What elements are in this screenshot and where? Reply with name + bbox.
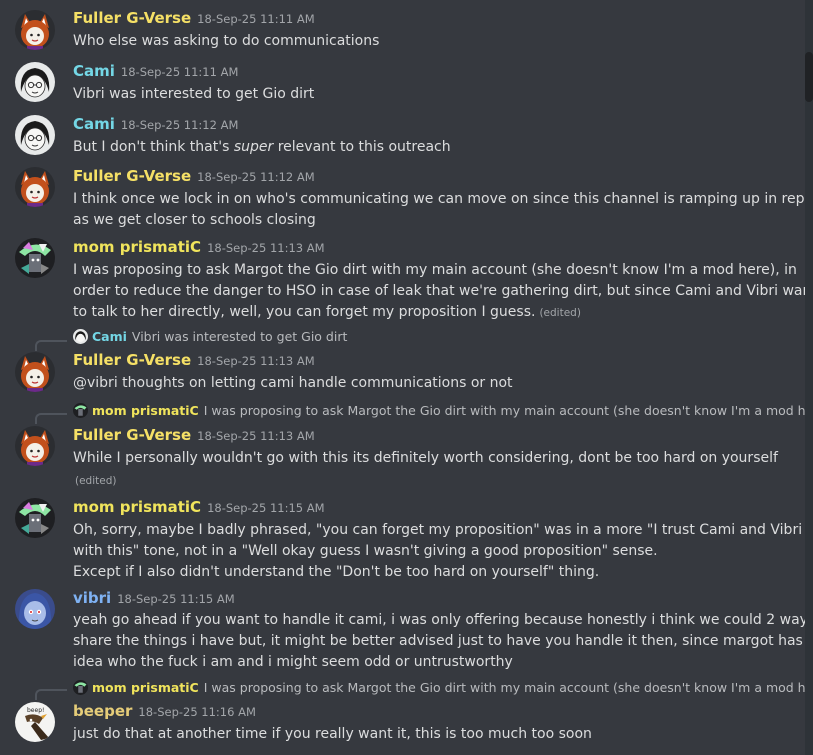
message-text: While I personally wouldn't go with this… — [73, 450, 778, 466]
reply-preview[interactable]: mom prismatiC I was proposing to ask Marg… — [73, 402, 808, 420]
message-header: mom prismatiC 18-Sep-25 11:15 AM — [73, 497, 325, 517]
text-segment: relevant to this outreach — [273, 139, 451, 155]
reply-avatar — [73, 680, 88, 695]
reply-avatar — [73, 403, 88, 418]
username[interactable]: Fuller G-Verse — [73, 167, 191, 185]
avatar[interactable] — [15, 352, 55, 392]
message-text: order to reduce the danger to HSO in cas… — [73, 283, 813, 299]
edited-label: (edited) — [75, 475, 117, 487]
username[interactable]: Fuller G-Verse — [73, 9, 191, 27]
username[interactable]: mom prismatiC — [73, 238, 201, 256]
timestamp: 18-Sep-25 11:13 AM — [207, 241, 325, 255]
timestamp: 18-Sep-25 11:16 AM — [138, 705, 256, 719]
avatar[interactable] — [15, 426, 55, 466]
timestamp: 18-Sep-25 11:11 AM — [120, 65, 239, 79]
timestamp: 18-Sep-25 11:12 AM — [120, 118, 239, 132]
reply-author[interactable]: mom prismatiC — [92, 680, 199, 695]
message-text: (edited) — [71, 469, 116, 491]
vibri-avatar-icon — [15, 589, 55, 629]
timestamp: 18-Sep-25 11:15 AM — [207, 501, 325, 515]
fuller-avatar-icon — [15, 426, 55, 466]
message-text: @vibri thoughts on letting cami handle c… — [73, 375, 513, 391]
reply-author[interactable]: mom prismatiC — [92, 403, 199, 418]
message-text: just do that at another time if you real… — [73, 726, 592, 742]
reply-text: I was proposing to ask Margot the Gio di… — [203, 403, 808, 418]
username[interactable]: Fuller G-Verse — [73, 426, 191, 444]
message-text: Except if I also didn't understand the "… — [73, 564, 600, 580]
username[interactable]: vibri — [73, 589, 111, 607]
text-segment: to talk to her directly, well, you can f… — [73, 304, 536, 320]
reply-spine — [35, 413, 67, 424]
timestamp: 18-Sep-25 11:12 AM — [197, 170, 315, 184]
avatar[interactable] — [15, 62, 55, 102]
message-header: Fuller G-Verse 18-Sep-25 11:13 AM — [73, 425, 315, 445]
message-text: Oh, sorry, maybe I badly phrased, "you c… — [73, 522, 803, 538]
reply-spine — [35, 689, 67, 700]
cami-avatar-icon — [15, 115, 55, 155]
timestamp: 18-Sep-25 11:13 AM — [197, 429, 315, 443]
mom-prismatic-avatar-icon — [73, 680, 88, 695]
mom-prismatic-avatar-icon — [73, 403, 88, 418]
emphasis-text: super — [233, 139, 274, 155]
username[interactable]: beeper — [73, 702, 132, 720]
message-text: But I don't think that's super relevant … — [73, 136, 451, 158]
mom-prismatic-avatar-icon — [15, 498, 55, 538]
edited-label: (edited) — [539, 307, 581, 319]
reply-text: Vibri was interested to get Gio dirt — [131, 329, 348, 344]
timestamp: 18-Sep-25 11:13 AM — [197, 354, 315, 368]
message-text: idea who the fuck i am and i might seem … — [73, 654, 513, 670]
timestamp: 18-Sep-25 11:15 AM — [117, 592, 235, 606]
username[interactable]: mom prismatiC — [73, 498, 201, 516]
avatar[interactable] — [15, 115, 55, 155]
message-text: Vibri was interested to get Gio dirt — [73, 86, 315, 102]
message-text: to talk to her directly, well, you can f… — [73, 301, 581, 323]
message-text: with this" tone, not in a "Well okay gue… — [73, 543, 658, 559]
avatar[interactable] — [15, 167, 55, 207]
message-header: Fuller G-Verse 18-Sep-25 11:11 AM — [73, 8, 315, 28]
fuller-avatar-icon — [15, 10, 55, 50]
username[interactable]: Cami — [73, 115, 115, 133]
reply-preview[interactable]: Cami Vibri was interested to get Gio dirt — [73, 328, 808, 346]
avatar[interactable]: beep! — [15, 702, 55, 742]
beeper-avatar-icon: beep! — [15, 702, 55, 742]
username[interactable]: Cami — [73, 62, 115, 80]
fuller-avatar-icon — [15, 352, 55, 392]
text-segment: But I don't think that's — [73, 139, 234, 155]
cami-avatar-icon — [73, 329, 88, 344]
reply-spine — [35, 340, 67, 351]
username[interactable]: Fuller G-Verse — [73, 351, 191, 369]
message-header: beeper 18-Sep-25 11:16 AM — [73, 701, 256, 721]
message-text: I was proposing to ask Margot the Gio di… — [73, 262, 797, 278]
message-header: Fuller G-Verse 18-Sep-25 11:13 AM — [73, 350, 315, 370]
message-header: vibri 18-Sep-25 11:15 AM — [73, 588, 235, 608]
fuller-avatar-icon — [15, 167, 55, 207]
message-text: as we get closer to schools closing — [73, 212, 316, 228]
avatar-caption: beep! — [27, 707, 44, 714]
message-list: Fuller G-Verse 18-Sep-25 11:11 AM Who els… — [0, 0, 813, 755]
mom-prismatic-avatar-icon — [15, 238, 55, 278]
reply-author[interactable]: Cami — [92, 329, 127, 344]
message-header: Cami 18-Sep-25 11:11 AM — [73, 61, 238, 81]
scrollbar-track[interactable] — [805, 0, 813, 755]
avatar[interactable] — [15, 10, 55, 50]
message-text: I think once we lock in on who's communi… — [73, 191, 813, 207]
message-header: mom prismatiC 18-Sep-25 11:13 AM — [73, 237, 325, 257]
avatar[interactable] — [15, 238, 55, 278]
timestamp: 18-Sep-25 11:11 AM — [197, 12, 315, 26]
avatar[interactable] — [15, 589, 55, 629]
cami-avatar-icon — [15, 62, 55, 102]
scrollbar-thumb[interactable] — [805, 52, 813, 102]
message-header: Cami 18-Sep-25 11:12 AM — [73, 114, 238, 134]
reply-text: I was proposing to ask Margot the Gio di… — [203, 680, 808, 695]
message-text: Who else was asking to do communications — [73, 33, 380, 49]
avatar[interactable] — [15, 498, 55, 538]
message-text: share the things i have but, it might be… — [73, 633, 813, 649]
message-text: yeah go ahead if you want to handle it c… — [73, 612, 808, 628]
reply-preview[interactable]: mom prismatiC I was proposing to ask Marg… — [73, 679, 808, 697]
message-header: Fuller G-Verse 18-Sep-25 11:12 AM — [73, 166, 315, 186]
reply-avatar — [73, 329, 88, 344]
